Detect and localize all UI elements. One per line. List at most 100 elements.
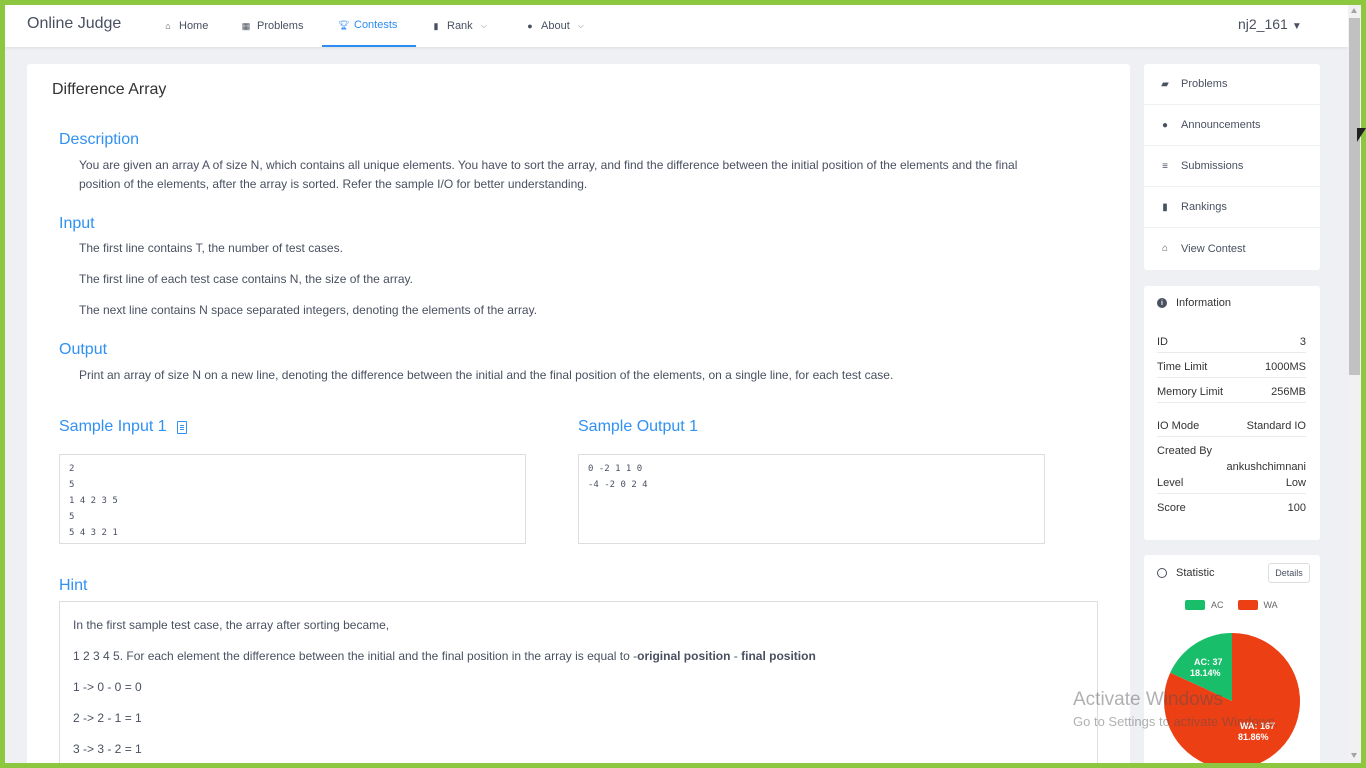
nav-home-label: Home <box>179 20 209 32</box>
side-item-problems-label: Problems <box>1181 78 1228 90</box>
side-item-submissions-label: Submissions <box>1181 160 1244 172</box>
sample-input-box[interactable]: 2 5 1 4 2 3 5 5 5 4 3 2 1 <box>59 454 526 544</box>
info-score-value: 100 <box>1287 502 1306 514</box>
info-id-value: 3 <box>1299 336 1306 348</box>
home-icon: ⌂ <box>165 21 171 31</box>
info-created-value: ankushchimnani <box>1226 461 1307 473</box>
brand-logo[interactable]: Online Judge <box>27 15 121 33</box>
user-menu[interactable]: nj2_161 ▼ <box>1238 16 1302 32</box>
info-score-label: Score <box>1157 502 1186 514</box>
output-heading: Output <box>59 341 108 358</box>
input-heading: Input <box>59 215 95 232</box>
sample-output-box[interactable]: 0 -2 1 1 0 -4 -2 0 2 4 <box>578 454 1045 544</box>
information-title: Information <box>1176 297 1232 309</box>
page-scrollbar[interactable] <box>1348 5 1361 763</box>
caret-down-icon: ▼ <box>1291 21 1302 32</box>
info-row-level: Level Low <box>1157 477 1306 494</box>
info-memory-value: 256MB <box>1271 386 1306 398</box>
sample-output-title: Sample Output 1 <box>578 418 699 435</box>
side-item-view-contest-label: View Contest <box>1181 242 1246 255</box>
info-memory-label: Memory Limit <box>1157 386 1224 398</box>
legend-ac-swatch[interactable] <box>1185 600 1205 610</box>
side-item-rankings[interactable]: ▮ Rankings <box>1144 187 1320 228</box>
nav-about[interactable]: ● About ⌵ <box>509 5 600 47</box>
bar-chart-icon: ▮ <box>1162 201 1168 213</box>
scroll-up-arrow-icon[interactable] <box>1351 8 1357 13</box>
top-navbar: Online Judge ⌂ Home ▦ Problems 🏆︎ Contes… <box>5 5 1348 47</box>
info-id-label: ID <box>1157 336 1168 348</box>
chevron-down-icon: ⌵ <box>577 21 584 30</box>
hint-line-3: 1 -> 0 - 0 = 0 <box>73 680 142 694</box>
statistic-title: Statistic <box>1176 567 1215 579</box>
username: nj2_161 <box>1238 16 1288 32</box>
info-row-score: Score 100 <box>1157 502 1306 518</box>
sample-output-heading: Sample Output 1 <box>578 418 698 436</box>
legend-ac-label: AC <box>1211 600 1224 610</box>
info-row-memory-limit: Memory Limit 256MB <box>1157 386 1306 403</box>
nav-rank[interactable]: ▮ Rank ⌵ <box>415 5 503 47</box>
trophy-icon: 🏆︎ <box>338 19 350 30</box>
pie-chart-icon <box>1157 568 1167 578</box>
hint-line-1: In the first sample test case, the array… <box>73 618 390 632</box>
chart-legend: AC WA <box>1185 600 1278 610</box>
side-item-announcements-label: Announcements <box>1181 119 1261 131</box>
info-io-label: IO Mode <box>1157 420 1200 432</box>
description-line-1: You are given an array A of size N, whic… <box>79 158 1018 172</box>
hint-original-position: original position <box>637 649 731 663</box>
home-icon: ⌂ <box>1161 243 1169 254</box>
hint-line-2: 1 2 3 4 5. For each element the differen… <box>73 647 1084 666</box>
problem-title: Difference Array <box>52 81 167 98</box>
scroll-down-arrow-icon[interactable] <box>1351 753 1357 758</box>
clipboard-icon[interactable] <box>176 420 187 434</box>
input-line-1: The first line contains T, the number of… <box>79 241 343 255</box>
hint-heading: Hint <box>59 577 88 594</box>
legend-wa-swatch[interactable] <box>1237 600 1258 610</box>
statistic-header: Statistic <box>1157 567 1215 579</box>
scrollbar-thumb[interactable] <box>1349 18 1360 375</box>
hint-box: In the first sample test case, the array… <box>59 601 1098 763</box>
information-panel: i Information ID 3 Time Limit 1000MS Mem… <box>1144 286 1320 540</box>
grid-icon: ▦ <box>241 20 251 31</box>
description-line-2: position of the elements, after the arra… <box>79 177 588 191</box>
windows-activation-watermark: Activate Windows Go to Settings to activ… <box>1073 689 1278 729</box>
info-row-created-by-value: ankushchimnani <box>1157 461 1307 477</box>
statistic-panel: Statistic Details AC WA AC: 37 18.14% WA… <box>1144 555 1320 763</box>
nav-problems[interactable]: ▦ Problems <box>225 5 319 47</box>
nav-problems-label: Problems <box>257 20 304 32</box>
details-button[interactable]: Details <box>1268 563 1310 583</box>
side-item-rankings-label: Rankings <box>1181 201 1227 213</box>
hint-line-5: 3 -> 3 - 2 = 1 <box>73 742 142 756</box>
side-item-problems[interactable]: ▰ Problems <box>1144 64 1320 105</box>
nav-contests[interactable]: 🏆︎ Contests <box>322 5 416 47</box>
contest-side-menu: ▰ Problems ● Announcements ≡ Submissions… <box>1144 64 1320 270</box>
hint-line-2-text: 1 2 3 4 5. For each element the differen… <box>73 649 638 663</box>
info-time-label: Time Limit <box>1157 361 1208 373</box>
pie-label-ac: AC: 37 <box>1194 657 1223 667</box>
watermark-line-1: Activate Windows <box>1073 689 1223 710</box>
hint-line-4: 2 -> 2 - 1 = 1 <box>73 711 142 725</box>
output-line-1: Print an array of size N on a new line, … <box>79 368 894 382</box>
nav-home[interactable]: ⌂ Home <box>147 5 224 47</box>
info-io-value: Standard IO <box>1246 420 1306 432</box>
info-row-time-limit: Time Limit 1000MS <box>1157 361 1306 378</box>
info-level-label: Level <box>1157 477 1184 489</box>
chat-bubble-icon: ● <box>1161 119 1169 131</box>
watermark-line-2: Go to Settings to activate Windows. <box>1073 714 1279 729</box>
legend-wa-label: WA <box>1263 600 1278 610</box>
nav-about-label: About <box>541 20 570 32</box>
bar-chart-icon: ▮ <box>433 20 439 31</box>
description-heading: Description <box>59 131 140 148</box>
sample-input-heading: Sample Input 1 <box>59 418 187 436</box>
input-line-2: The first line of each test case contain… <box>79 272 413 286</box>
side-item-view-contest[interactable]: ⌂ View Contest <box>1144 228 1320 269</box>
side-item-submissions[interactable]: ≡ Submissions <box>1144 146 1320 187</box>
side-item-announcements[interactable]: ● Announcements <box>1144 105 1320 146</box>
info-row-id: ID 3 <box>1157 336 1306 353</box>
info-time-value: 1000MS <box>1265 361 1306 373</box>
info-created-label: Created By <box>1157 445 1213 457</box>
mouse-cursor-icon <box>1357 128 1366 142</box>
book-icon: ▰ <box>1161 78 1169 90</box>
chevron-down-icon: ⌵ <box>480 21 487 30</box>
browser-viewport: Online Judge ⌂ Home ▦ Problems 🏆︎ Contes… <box>5 5 1348 763</box>
pie-label-wa-pct: 81.86% <box>1238 732 1269 742</box>
